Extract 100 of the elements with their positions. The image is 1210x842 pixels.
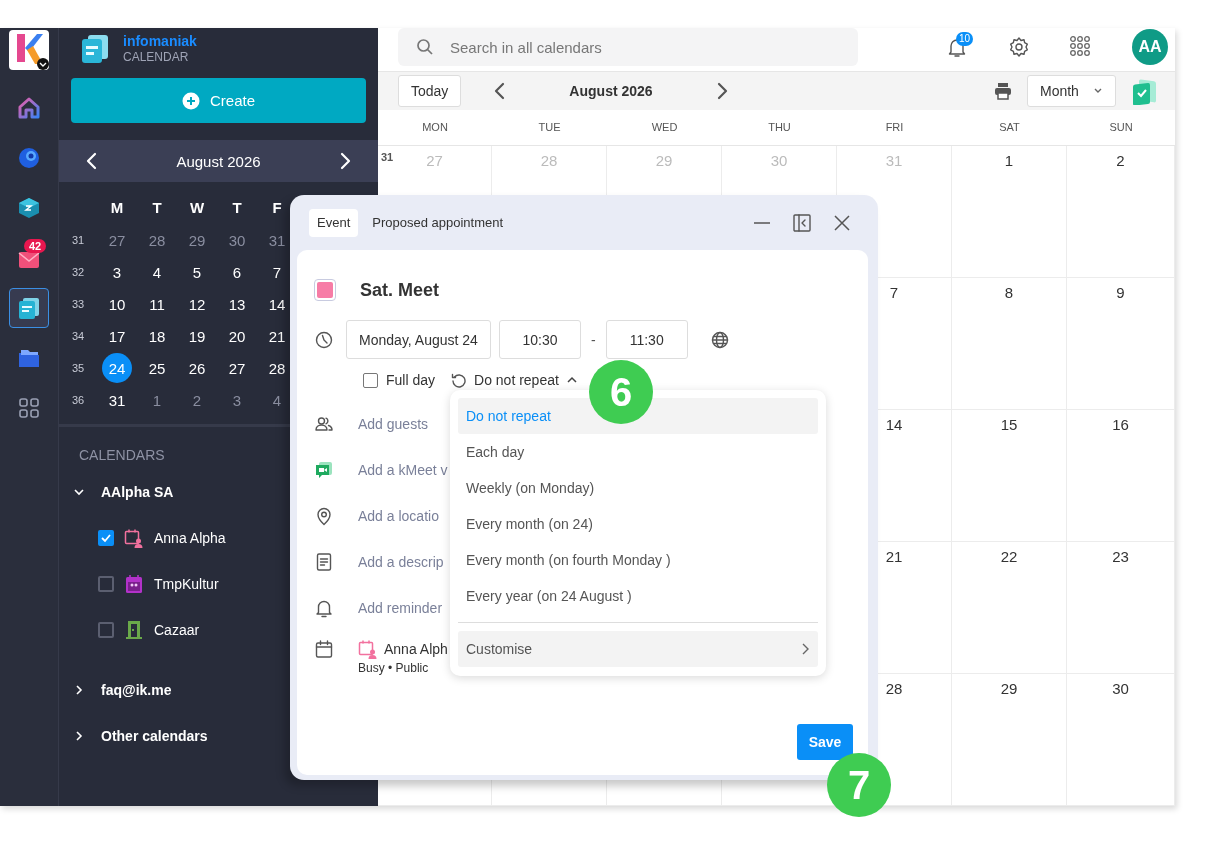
calendar-day[interactable]: 13 [222,289,252,319]
add-option-link[interactable]: Add reminder [358,600,443,616]
menu-item[interactable]: Every month (on fourth Monday ) [458,542,818,578]
calendar-status: Busy • Public [358,661,430,675]
checkbox[interactable] [98,576,114,592]
day-number: 7 [889,284,899,302]
today-button[interactable]: Today [398,74,462,107]
calendar-day[interactable]: 14 [262,289,292,319]
add-option-link[interactable]: Add a descrip [358,554,444,570]
menu-item[interactable]: Every year (on 24 August ) [458,578,818,614]
day-cell[interactable]: 1 [952,146,1067,278]
calendar-day[interactable]: 28 [262,353,292,383]
day-cell[interactable]: 8 [952,278,1067,410]
end-time-field[interactable]: 11:30 [605,320,688,359]
globe-icon[interactable] [709,329,730,350]
menu-item[interactable]: Every month (on 24) [458,506,818,542]
orb-icon [18,147,40,169]
calendar-name[interactable]: Anna Alph [384,641,448,657]
calendar-day[interactable]: 4 [262,385,292,415]
calendar-day[interactable]: 28 [142,225,172,255]
close-icon[interactable] [832,212,852,233]
add-option-link[interactable]: Add guests [358,416,429,432]
checkbox[interactable] [98,530,114,546]
chevron-right-icon [800,642,810,656]
calendar-day[interactable]: 1 [142,385,172,415]
app-logo [9,30,49,70]
calendar-day[interactable]: 30 [222,225,252,255]
chevron-right-icon[interactable] [73,730,85,742]
day-cell[interactable]: 15 [952,410,1067,542]
repeat-dropdown[interactable]: Do not repeat [451,372,578,388]
calendar-day[interactable]: 31 [262,225,292,255]
calendar-day[interactable]: 12 [182,289,212,319]
menu-item[interactable]: Weekly (on Monday) [458,470,818,506]
calendar-day[interactable]: 3 [222,385,252,415]
tab[interactable]: Event [309,208,359,237]
calendar-day[interactable]: 18 [142,321,172,351]
app-button[interactable]: 42 [9,238,49,278]
calendar-day[interactable]: 11 [142,289,172,319]
calendar-group[interactable]: AAlpha SA [101,484,174,500]
day-number: 29 [1000,680,1018,698]
weekday-label: TUE [538,121,561,134]
day-cell[interactable]: 9 [1067,278,1175,410]
checkbox[interactable] [363,372,378,388]
day-cell[interactable]: 30 [1067,674,1175,806]
settings-icon[interactable] [1008,36,1030,59]
search-input[interactable]: Search in all calendars [450,38,830,56]
calendar-day[interactable]: 20 [222,321,252,351]
day-cell[interactable]: 23 [1067,542,1175,674]
day-cell[interactable]: 22 [952,542,1067,674]
bell-icon [314,598,334,618]
day-cell[interactable]: 2 [1067,146,1175,278]
apps-grid-icon[interactable] [1070,36,1092,59]
calendar-day[interactable]: 10 [102,289,132,319]
search-bar[interactable]: Search in all calendars [398,28,858,67]
start-time-field[interactable]: 10:30 [499,320,581,359]
calendar-day[interactable]: 21 [262,321,292,351]
calendar-day[interactable]: 26 [182,353,212,383]
day-number: 23 [1112,548,1129,566]
calendar-group[interactable]: faq@ik.me [101,682,172,698]
calendar-group[interactable]: Other calendars [101,728,208,744]
printer-icon[interactable] [993,80,1013,101]
checkbox[interactable] [98,622,114,638]
calendar-name[interactable]: Cazaar [154,622,200,638]
day-cell[interactable]: 29 [952,674,1067,806]
calendar-day[interactable]: 27 [222,353,252,383]
calendar-name[interactable]: Anna Alpha [154,530,226,546]
app-button[interactable] [9,288,49,328]
menu-item[interactable]: Customise [458,631,818,667]
calendar-day[interactable]: 17 [102,321,132,351]
calendar-day[interactable]: 5 [182,257,212,287]
calendar-day[interactable]: 6 [222,257,252,287]
calendar-name[interactable]: TmpKultur [154,576,219,592]
calendar-day[interactable]: 29 [182,225,212,255]
app-button[interactable] [9,30,49,70]
view-select[interactable]: Month [1027,74,1116,107]
side-panel-icon[interactable] [792,212,812,233]
add-option-link[interactable]: Add a kMeet v [358,462,448,478]
add-option-link[interactable]: Add a locatio [358,508,439,524]
next-month-icon[interactable] [338,151,352,171]
calendar-day[interactable]: 25 [142,353,172,383]
calendar-day[interactable]: 3 [102,257,132,287]
date-field[interactable]: Monday, August 24 [346,320,491,359]
chevron-down-icon[interactable] [73,486,85,498]
calendar-day[interactable]: 31 [102,385,132,415]
day-number: 16 [1112,416,1129,434]
menu-item[interactable]: Each day [458,434,818,470]
calendar-logo [79,33,111,65]
event-title[interactable]: Sat. Meet [360,279,440,301]
calendar-day[interactable]: 4 [142,257,172,287]
calendar-day[interactable]: 7 [262,257,292,287]
calendar-day[interactable]: 19 [182,321,212,351]
calendar-day[interactable]: 2 [182,385,212,415]
month-title: August 2026 [569,82,653,99]
week-number: 31 [71,234,85,246]
checkbox-label[interactable]: Full day [386,372,436,388]
chevron-right-icon[interactable] [73,684,85,696]
day-cell[interactable]: 16 [1067,410,1175,542]
previous-month-icon[interactable] [85,151,99,171]
calendar-day[interactable]: 27 [102,225,132,255]
tab[interactable]: Proposed appointment [364,208,512,237]
